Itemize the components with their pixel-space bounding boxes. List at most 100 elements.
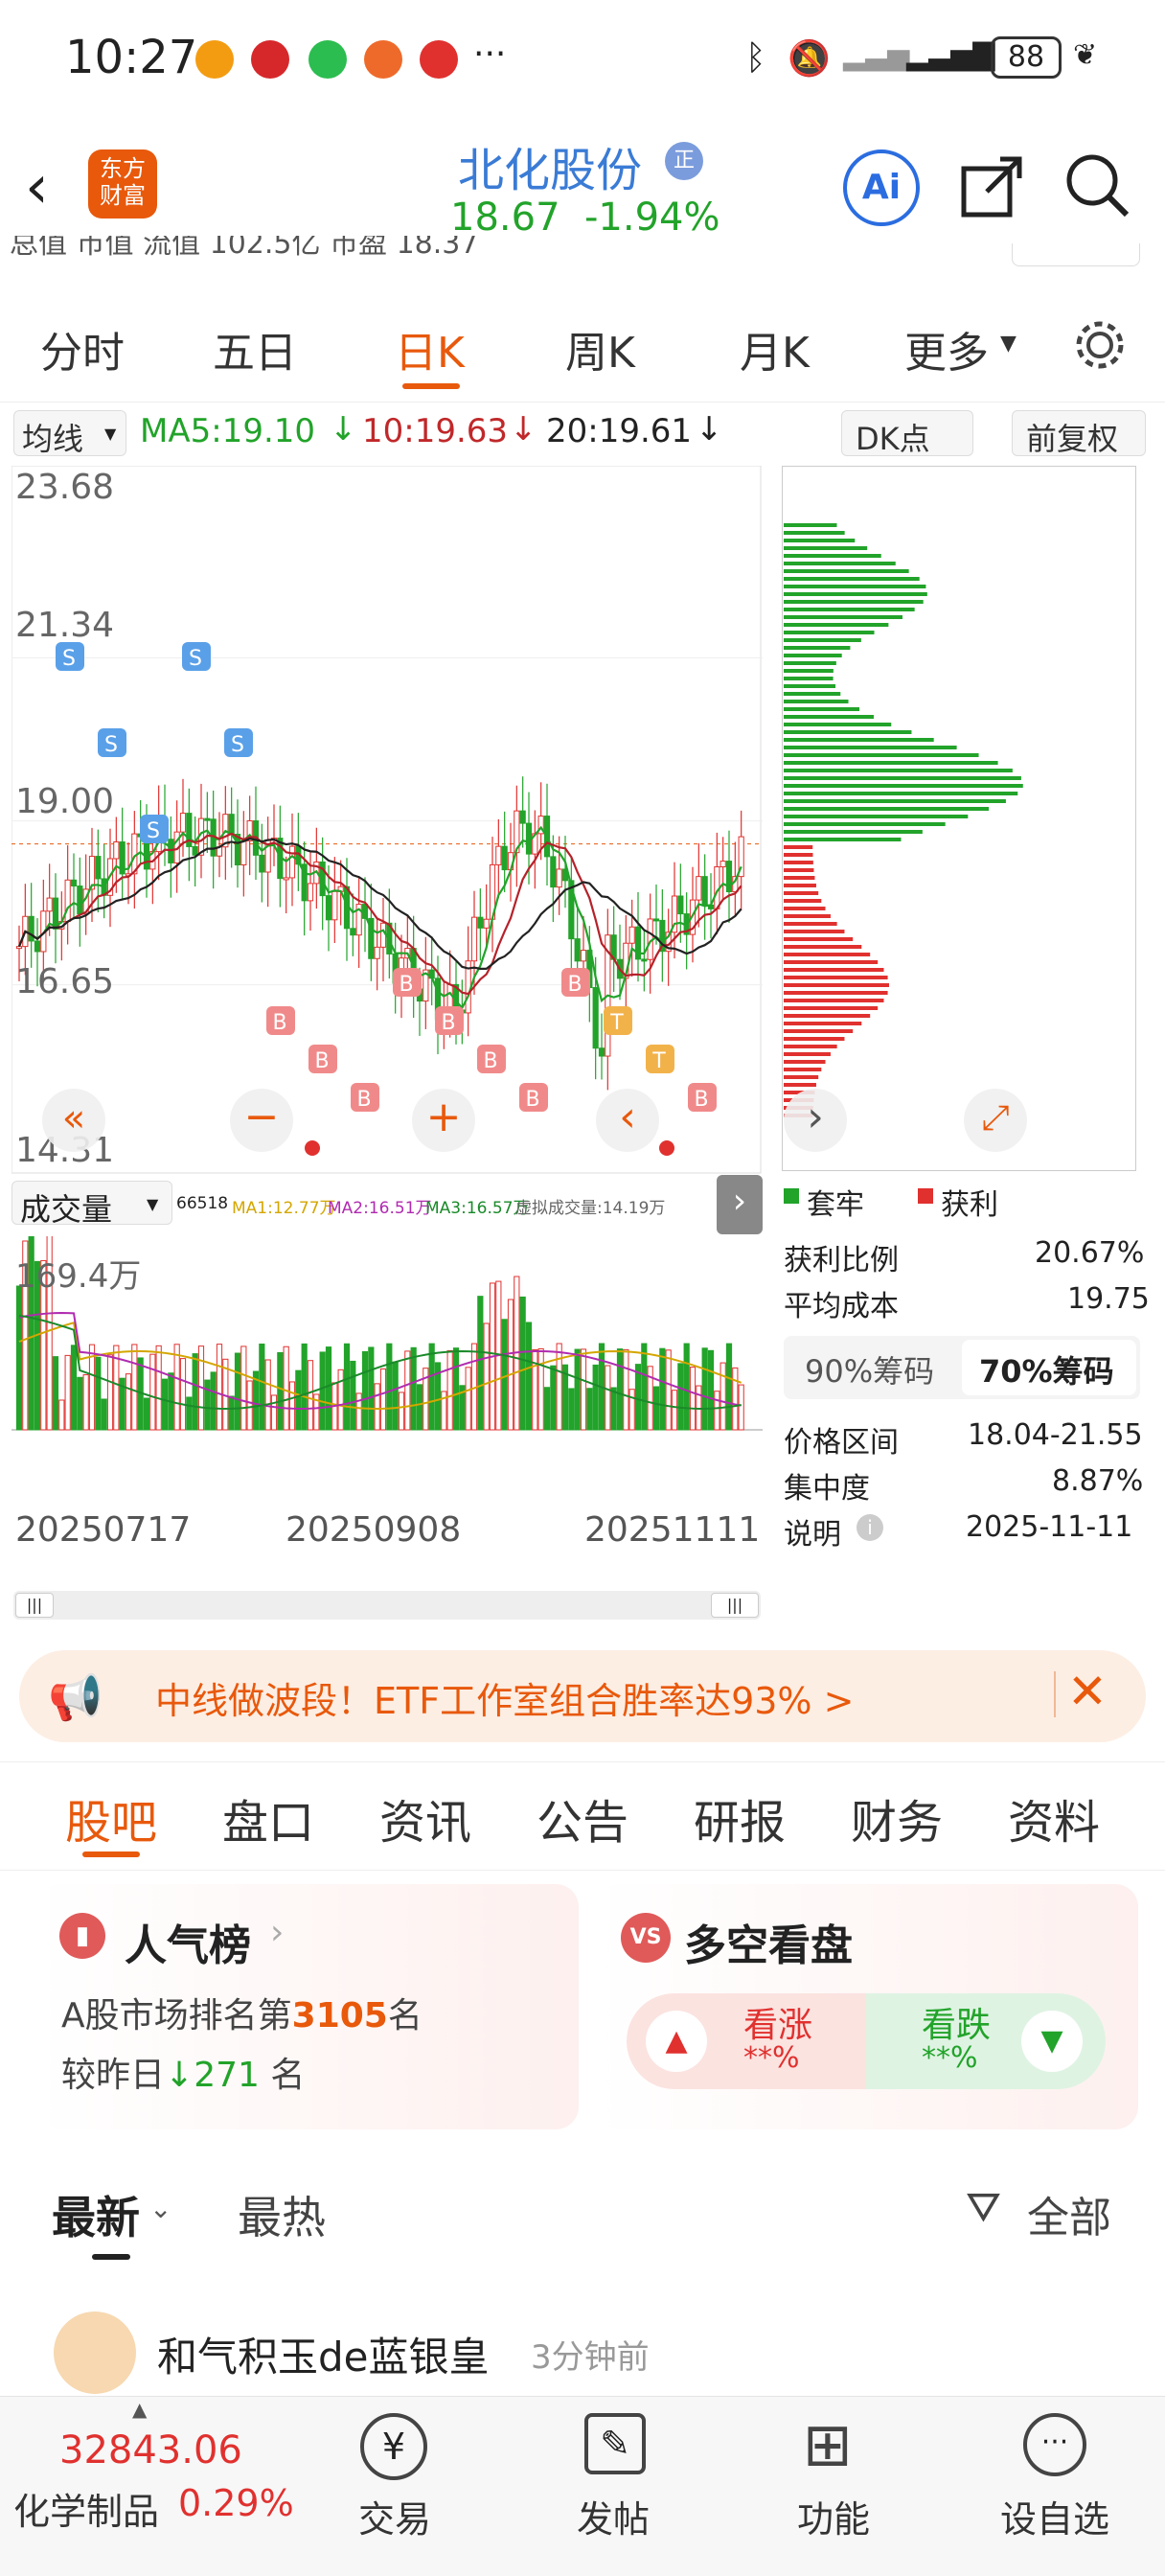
tab-newest[interactable]: 最新 [52, 2183, 140, 2246]
volume-bar [404, 1350, 411, 1431]
filter-all[interactable]: 全部 [1027, 2183, 1111, 2244]
vs-icon: VS [621, 1913, 671, 1963]
index-value[interactable]: 32843.06 [59, 2428, 242, 2472]
tab-ziliao[interactable]: 资料 [1008, 1784, 1100, 1852]
scroll-handle-right[interactable]: ||| [711, 1593, 759, 1618]
tab-70-chip[interactable]: 70%筹码 [979, 1347, 1114, 1392]
chevron-down-icon: ⌄ [149, 2193, 172, 2224]
index-name[interactable]: 化学制品 [13, 2482, 159, 2535]
tab-hottest[interactable]: 最热 [238, 2183, 326, 2246]
ma5-label: MA5:19.10 [140, 412, 316, 450]
volume-bar [507, 1299, 514, 1431]
trap-legend-swatch [784, 1188, 799, 1204]
tab-wuri[interactable]: 五日 [213, 318, 297, 380]
info-icon[interactable]: i [857, 1514, 883, 1541]
share-icon[interactable] [958, 151, 1027, 220]
tab-yanbao[interactable]: 研报 [694, 1784, 786, 1852]
tab-guba[interactable]: 股吧 [65, 1784, 157, 1852]
trap-legend: 套牢 [807, 1188, 864, 1222]
chip-bar [784, 968, 884, 972]
gear-icon[interactable] [1071, 316, 1129, 374]
bull-pct: **% [743, 2041, 800, 2075]
chip-bar [784, 554, 881, 558]
volume-bar [580, 1348, 587, 1431]
volume-bar [368, 1346, 375, 1431]
expand-icon[interactable]: ⤢ [964, 1089, 1027, 1152]
candle [477, 916, 484, 929]
kline-chart[interactable]: S S S S S B B B B B B B B T T B [11, 466, 763, 1175]
send-notify-icon [364, 40, 402, 79]
volume-bar [628, 1389, 635, 1431]
news-notify-icon [251, 40, 289, 79]
tab-gonggao[interactable]: 公告 [537, 1784, 628, 1852]
post-username[interactable]: 和气积玉de蓝银皇 [157, 2325, 490, 2383]
fuquan-button[interactable]: 前复权 [1012, 410, 1146, 457]
volume-bar [725, 1343, 733, 1431]
search-icon[interactable] [1063, 151, 1132, 220]
chip-bar [784, 953, 871, 956]
more-icon[interactable]: ··· [1023, 2413, 1086, 2476]
bear-pct: **% [922, 2041, 978, 2075]
index-change: 0.29% [178, 2482, 294, 2524]
nav-post[interactable]: 发帖 [577, 2490, 650, 2542]
battery-icon: 88 [991, 36, 1062, 79]
tab-90-chip[interactable]: 90%筹码 [805, 1347, 934, 1392]
conc-label: 集中度 [784, 1472, 870, 1506]
scroll-left-button[interactable]: « [42, 1089, 105, 1152]
filter-icon[interactable]: ⛛ [966, 2183, 1001, 2232]
tab-more[interactable]: 更多 [904, 318, 989, 380]
volume-selector[interactable]: 成交量 ▼ [11, 1181, 172, 1228]
nav-watchlist[interactable]: 设自选 [1000, 2490, 1109, 2542]
volume-bar [337, 1368, 344, 1431]
volume-bar [240, 1346, 247, 1431]
tab-pankou[interactable]: 盘口 [222, 1784, 314, 1852]
volume-bar [398, 1392, 405, 1431]
dk-button[interactable]: DK点 [841, 410, 973, 457]
volume-bar [610, 1387, 617, 1431]
tab-yuek[interactable]: 月K [740, 318, 810, 380]
candle [179, 813, 187, 833]
chip-bar [784, 945, 862, 949]
volume-bar [605, 1365, 611, 1431]
nav-trade[interactable]: 交易 [358, 2490, 431, 2542]
expand-indicator-button[interactable]: › [717, 1175, 763, 1234]
nav-function[interactable]: 功能 [797, 2490, 870, 2542]
grid-icon[interactable]: ⊞ [803, 2409, 853, 2479]
chip-bar [784, 1075, 819, 1079]
chip-bar [784, 868, 814, 872]
chip-bar [784, 815, 969, 818]
zoom-in-button[interactable]: + [412, 1089, 475, 1152]
close-icon[interactable]: ✕ [1067, 1664, 1108, 1719]
volume-bar [15, 1285, 23, 1431]
scroll-handle-left[interactable]: ||| [15, 1593, 54, 1618]
signal-label: B [314, 1049, 329, 1073]
chip-bar [784, 661, 836, 665]
ma-selector[interactable]: 均线 ▼ [13, 410, 126, 457]
tab-zixun[interactable]: 资讯 [379, 1784, 471, 1852]
chip-bar [784, 677, 834, 680]
tab-rik[interactable]: 日K [395, 318, 465, 380]
tab-caiwu[interactable]: 财务 [851, 1784, 943, 1852]
edit-icon[interactable]: ✎ [584, 2413, 646, 2474]
range-scrollbar[interactable] [13, 1591, 761, 1620]
chip-bar [784, 1045, 837, 1048]
stock-name[interactable]: 北化股份 [458, 132, 642, 199]
chip-bar [784, 707, 860, 711]
chip-bar [784, 753, 979, 757]
megaphone-icon: 📢 [48, 1671, 103, 1723]
bear-label: 看跌 [922, 2006, 992, 2045]
banner-text[interactable]: 中线做波段！ETF工作室组合胜率达93% > [155, 1671, 854, 1724]
prev-button[interactable]: ‹ [596, 1089, 659, 1152]
back-icon[interactable]: ‹ [25, 151, 49, 221]
volume-bar [131, 1344, 138, 1431]
signal-label: T [609, 1011, 624, 1035]
chip-bar [784, 523, 837, 527]
chip-next-button[interactable]: › [784, 1089, 847, 1152]
avatar[interactable] [54, 2312, 136, 2394]
tab-fenshi[interactable]: 分时 [40, 318, 125, 380]
trade-icon[interactable]: ¥ [360, 2413, 427, 2480]
tab-zhouk[interactable]: 周K [565, 318, 635, 380]
zoom-out-button[interactable]: − [230, 1089, 293, 1152]
arrow-up-icon: ▲ [646, 2011, 707, 2072]
ai-button[interactable]: Ai [843, 150, 920, 226]
